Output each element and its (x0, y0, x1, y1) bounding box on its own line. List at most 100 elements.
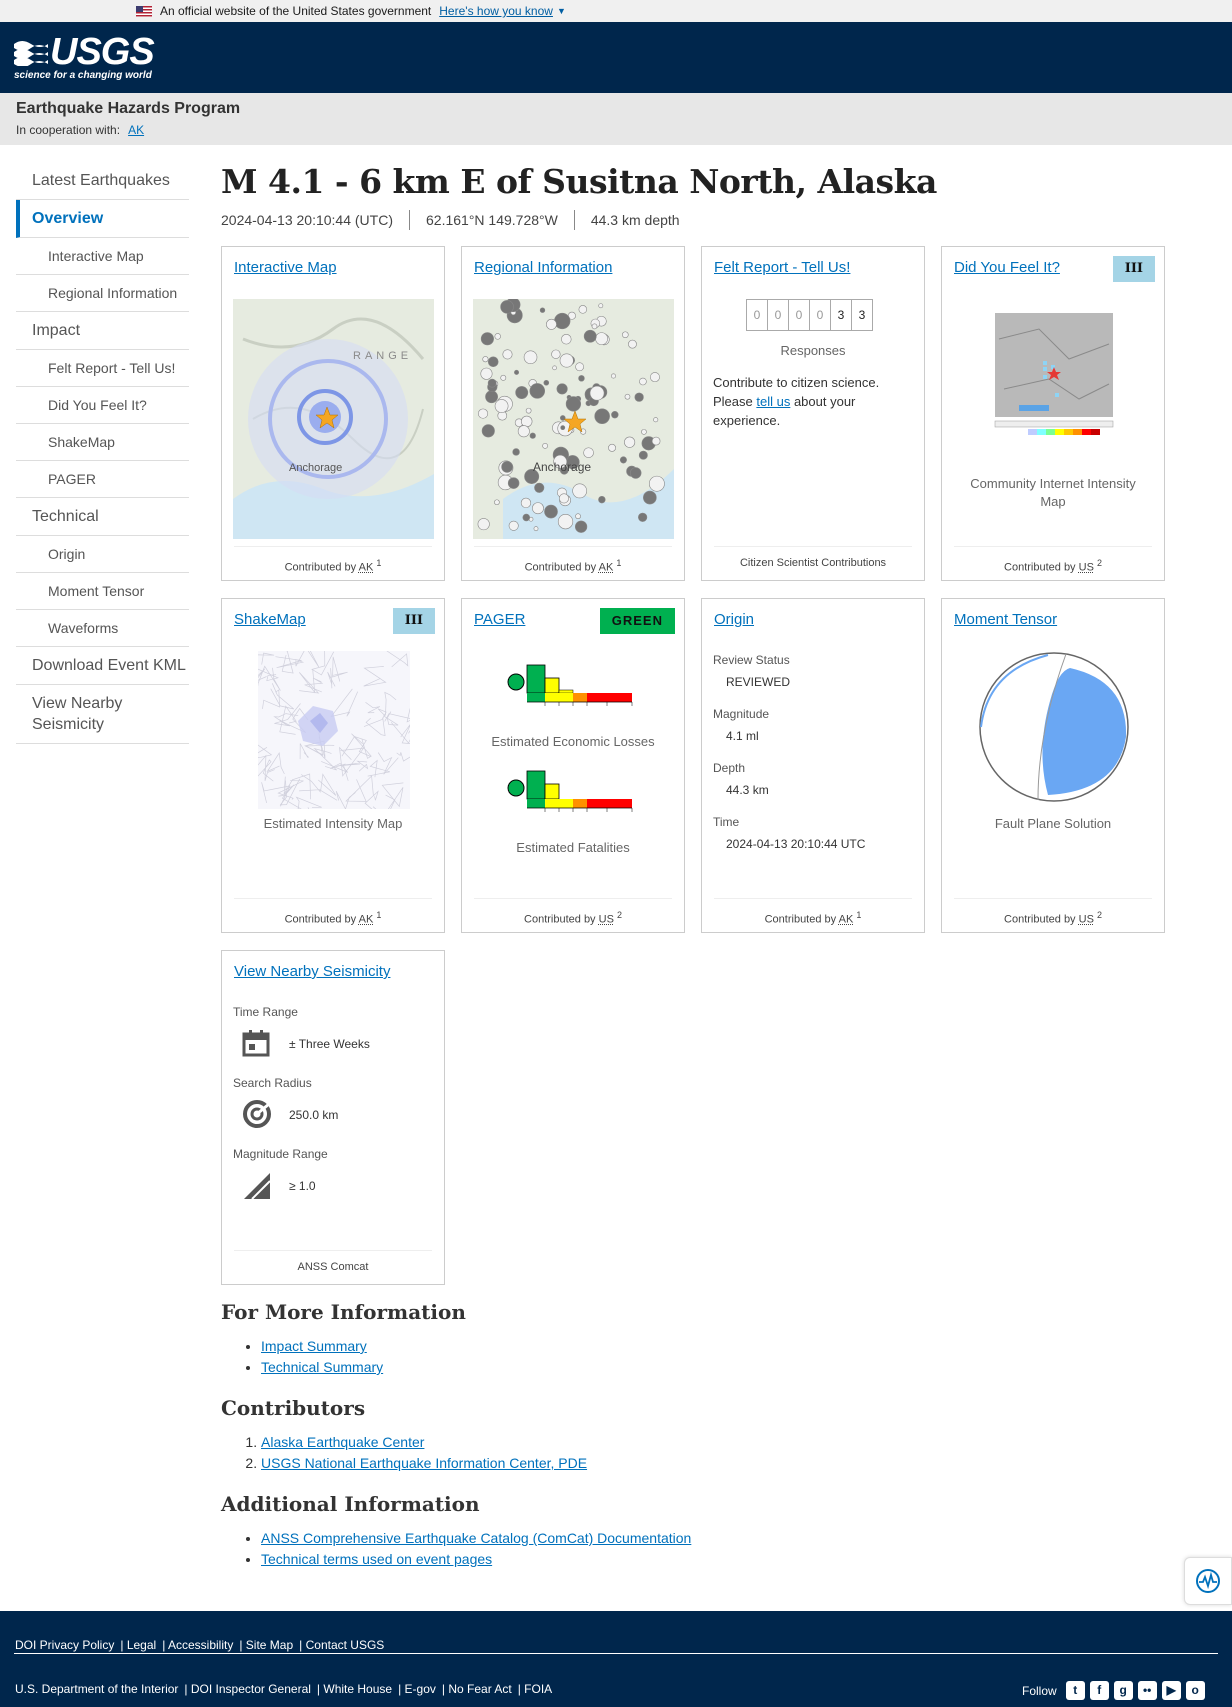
card-felt-report[interactable]: Felt Report - Tell Us! 0 0 0 0 3 3 Respo… (701, 246, 925, 581)
pager-fatalities-histogram[interactable] (507, 767, 642, 822)
nav-impact[interactable]: Impact (16, 312, 189, 350)
card-title-dyfi[interactable]: Did You Feel It? (954, 259, 1060, 276)
github-icon[interactable]: g (1113, 1681, 1133, 1700)
seismicity-marker (572, 483, 588, 499)
seismicity-marker (559, 353, 574, 368)
card-did-you-feel-it[interactable]: Did You Feel It? III Community Internet … (941, 246, 1165, 581)
card-regional-information[interactable]: Regional Information Anchorage Contribut… (461, 246, 685, 581)
shakemap-thumbnail[interactable] (248, 644, 425, 817)
card-moment-tensor[interactable]: Moment Tensor Fault Plane Solution Contr… (941, 598, 1165, 933)
footer-link-legal[interactable]: Legal (127, 1638, 156, 1652)
footer-link-contact[interactable]: Contact USGS (306, 1638, 385, 1652)
facebook-icon[interactable]: f (1089, 1681, 1109, 1700)
contributor-link-us[interactable]: USGS National Earthquake Information Cen… (261, 1455, 587, 1471)
card-title-regional[interactable]: Regional Information (474, 259, 612, 276)
footer-link-privacy[interactable]: DOI Privacy Policy (15, 1638, 114, 1652)
seismicity-marker (639, 377, 647, 386)
contributor-ref[interactable]: 2 (617, 910, 622, 920)
nav-origin[interactable]: Origin (16, 536, 189, 573)
card-shakemap[interactable]: ShakeMap III Estimated Intensity Map Con… (221, 598, 445, 933)
card-nearby-seismicity[interactable]: View Nearby Seismicity Time Range ± Thre… (221, 950, 445, 1285)
nav-overview[interactable]: Overview (16, 200, 189, 238)
card-title-shakemap[interactable]: ShakeMap (234, 611, 306, 628)
dyfi-map-thumbnail[interactable] (979, 299, 1129, 454)
technical-summary-link[interactable]: Technical Summary (261, 1359, 383, 1375)
card-origin[interactable]: Origin Review Status REVIEWED Magnitude … (701, 598, 925, 933)
card-title-moment-tensor[interactable]: Moment Tensor (954, 611, 1057, 628)
footer-link-inspector-general[interactable]: DOI Inspector General (191, 1682, 311, 1696)
instagram-icon[interactable]: o (1185, 1681, 1205, 1700)
contributor-ref[interactable]: 2 (1097, 558, 1102, 568)
interactive-map-thumbnail[interactable]: Anchorage RANGE (233, 299, 434, 539)
card-pager[interactable]: PAGER GREEN Estimated Economic Losses Es… (461, 598, 685, 933)
site-name[interactable]: Earthquake Hazards Program (16, 100, 1216, 118)
seismicity-marker (477, 408, 489, 419)
seismicity-marker (589, 385, 605, 401)
footer-link-accessibility[interactable]: Accessibility (168, 1638, 233, 1652)
seismicity-marker (578, 305, 588, 314)
nav-regional-information[interactable]: Regional Information (16, 275, 189, 312)
list-item: Technical Summary (261, 1357, 1021, 1378)
origin-field-depth: Depth 44.3 km (713, 761, 865, 797)
event-depth: 44.3 km depth (590, 212, 680, 228)
seismicity-marker (523, 350, 538, 365)
contributors-list: Alaska Earthquake Center USGS National E… (221, 1432, 1021, 1474)
seismicity-marker (552, 365, 557, 371)
card-interactive-map[interactable]: Interactive Map Anchorage RANGE Contribu… (221, 246, 445, 581)
magnitude-wedge-icon (244, 1173, 271, 1200)
flickr-icon[interactable]: •• (1137, 1681, 1157, 1700)
card-title-pager[interactable]: PAGER (474, 611, 525, 628)
network-abbr: AK (598, 561, 614, 574)
footer-link-site-map[interactable]: Site Map (246, 1638, 293, 1652)
contributor-ref[interactable]: 1 (616, 558, 621, 568)
card-title-interactive-map[interactable]: Interactive Map (234, 259, 337, 276)
contributor-ref[interactable]: 2 (1097, 910, 1102, 920)
tell-us-link[interactable]: tell us (756, 394, 790, 409)
impact-summary-link[interactable]: Impact Summary (261, 1338, 367, 1354)
technical-terms-link[interactable]: Technical terms used on event pages (261, 1551, 492, 1567)
contributor-ref[interactable]: 1 (856, 910, 861, 920)
card-title-origin[interactable]: Origin (714, 611, 754, 628)
beachball-diagram[interactable] (978, 651, 1130, 803)
nav-view-nearby-seismicity[interactable]: View Nearby Seismicity (16, 685, 189, 744)
nav-latest-earthquakes[interactable]: Latest Earthquakes (16, 162, 189, 200)
footer-link-foia[interactable]: FOIA (524, 1682, 552, 1696)
card-title-nearby-seismicity[interactable]: View Nearby Seismicity (234, 963, 390, 980)
footer-link-egov[interactable]: E-gov (405, 1682, 436, 1696)
seismicity-marker (546, 318, 557, 330)
nav-felt-report[interactable]: Felt Report - Tell Us! (16, 350, 189, 387)
youtube-icon[interactable]: ▶ (1161, 1681, 1181, 1700)
nav-pager[interactable]: PAGER (16, 461, 189, 498)
footer-divider (14, 1653, 1218, 1654)
contributed-by-label: Contributed by (284, 913, 357, 926)
nav-moment-tensor[interactable]: Moment Tensor (16, 573, 189, 610)
nav-shakemap[interactable]: ShakeMap (16, 424, 189, 461)
seismicity-marker (508, 520, 519, 531)
card-title-felt-report[interactable]: Felt Report - Tell Us! (714, 259, 850, 276)
chevron-down-icon[interactable]: ▼ (557, 6, 566, 16)
how-you-know-link[interactable]: Here's how you know (439, 4, 553, 18)
contributor-ref[interactable]: 1 (376, 910, 381, 920)
seismicity-marker (512, 448, 520, 456)
contributors-heading: Contributors (221, 1396, 366, 1420)
nav-waveforms[interactable]: Waveforms (16, 610, 189, 647)
nav-interactive-map[interactable]: Interactive Map (16, 238, 189, 275)
cooperation-network-link[interactable]: AK (128, 123, 144, 137)
field-label: Time (713, 815, 740, 829)
dyfi-caption: Community Internet Intensity Map (970, 476, 1136, 509)
feedback-widget-button[interactable] (1184, 1557, 1232, 1605)
nav-technical[interactable]: Technical (16, 498, 189, 536)
pager-economic-histogram[interactable] (507, 661, 642, 716)
footer-link-no-fear-act[interactable]: No Fear Act (448, 1682, 511, 1696)
footer-link-white-house[interactable]: White House (323, 1682, 392, 1696)
nav-download-kml[interactable]: Download Event KML (16, 647, 189, 685)
contributor-ref[interactable]: 1 (376, 558, 381, 568)
comcat-docs-link[interactable]: ANSS Comprehensive Earthquake Catalog (C… (261, 1530, 691, 1546)
usgs-logo[interactable]: USGS science for a changing world (14, 33, 155, 81)
footer-link-doi[interactable]: U.S. Department of the Interior (15, 1682, 178, 1696)
info-sections: For More Information Impact Summary Tech… (221, 1300, 1021, 1588)
nav-did-you-feel-it[interactable]: Did You Feel It? (16, 387, 189, 424)
twitter-icon[interactable]: t (1065, 1681, 1085, 1700)
regional-map-thumbnail[interactable]: Anchorage (473, 299, 674, 539)
contributor-link-ak[interactable]: Alaska Earthquake Center (261, 1434, 424, 1450)
